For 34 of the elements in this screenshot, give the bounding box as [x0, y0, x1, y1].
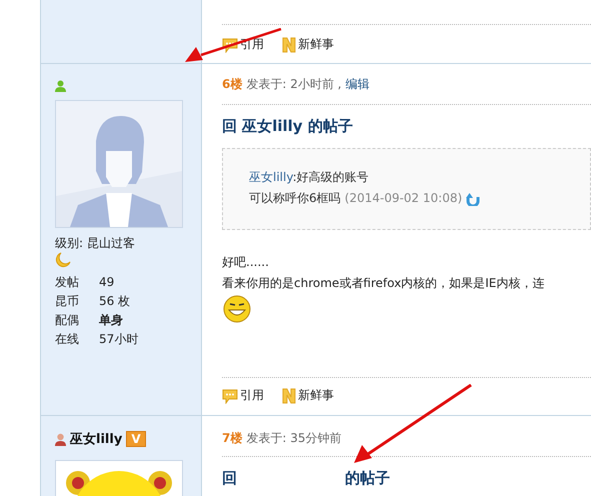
- vip-badge: V: [126, 431, 146, 447]
- stat-label: 昆币: [55, 293, 80, 310]
- letter-n-icon: [282, 388, 296, 404]
- post-text: 看来你用的是chrome或者firefox内核的，如果是IE内核，连: [222, 275, 546, 292]
- action-link[interactable]: 新鲜事: [282, 387, 334, 404]
- stat-label: 发帖: [55, 274, 80, 291]
- post-time: 发表于: 35分钟前: [246, 430, 342, 446]
- quote-text: 可以称呼你6框吗: [249, 190, 341, 207]
- jump-arrow-icon[interactable]: [466, 192, 480, 206]
- post-time: 发表于: 2小时前 ,: [246, 76, 342, 92]
- stat-label: 在线: [55, 331, 80, 348]
- action-link[interactable]: 引用: [222, 387, 264, 404]
- post-title: 的帖子: [345, 469, 390, 488]
- speech-bubble-icon: [222, 388, 238, 404]
- stat-value: 57小时: [99, 331, 140, 348]
- user-level: 级别: 昆山过客: [55, 236, 135, 250]
- moon-icon: [55, 252, 71, 268]
- post-title: 回 巫女lilly 的帖子: [222, 117, 353, 136]
- floor-number: 7楼: [222, 430, 242, 446]
- username[interactable]: 巫女lilly: [70, 430, 122, 448]
- speech-bubble-icon: [222, 36, 238, 52]
- floor-number: 6楼: [222, 76, 242, 92]
- stat-label: 配偶: [55, 312, 80, 329]
- edit-link[interactable]: 编辑: [345, 76, 370, 92]
- quote-user-link[interactable]: 巫女lilly: [249, 170, 293, 184]
- action-link[interactable]: 新鲜事: [282, 36, 334, 53]
- stat-value: 56 枚: [99, 293, 132, 310]
- post-text: 好吧......: [222, 254, 270, 271]
- letter-n-icon: [282, 36, 296, 52]
- quote-date: (2014-09-02 10:08): [344, 190, 462, 207]
- post-title: 回: [222, 469, 237, 488]
- quote-text: :好高级的账号: [292, 170, 369, 184]
- stat-value: 单身: [99, 312, 124, 329]
- stat-value: 49: [99, 274, 116, 291]
